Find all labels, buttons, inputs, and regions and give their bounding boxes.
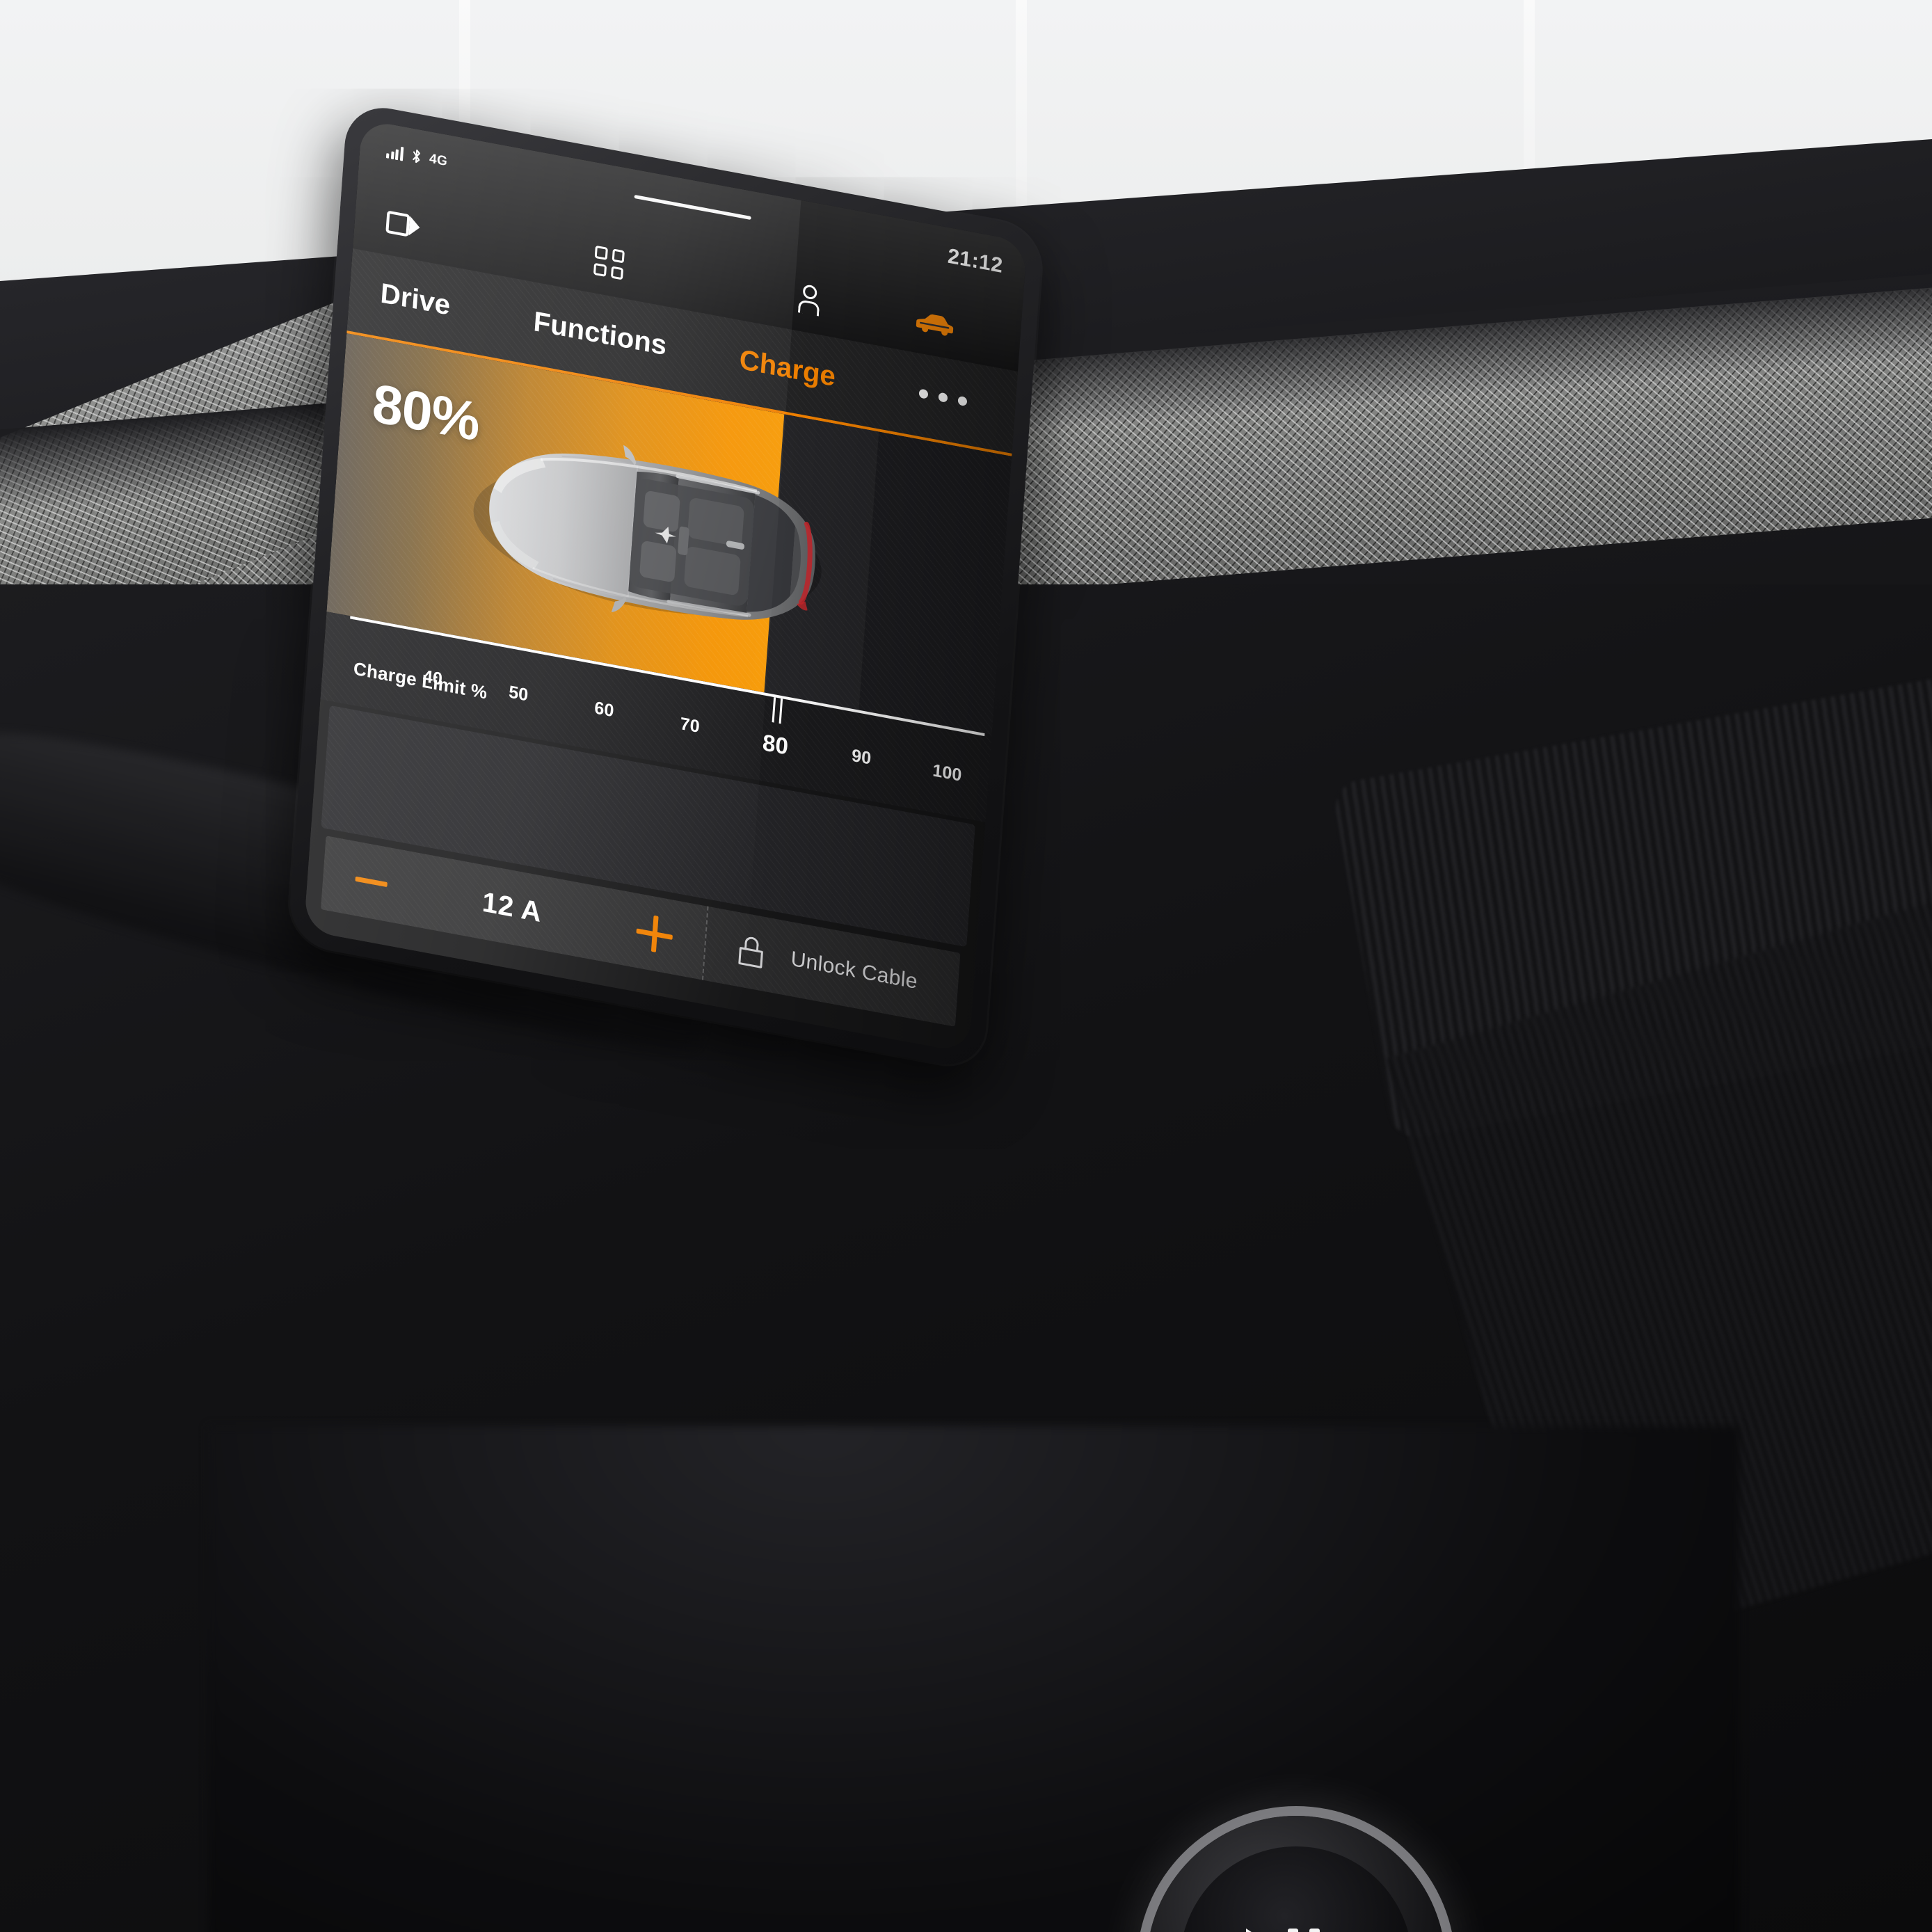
slider-tick-100[interactable]: 100	[932, 760, 963, 786]
status-indicators: 4G	[385, 143, 448, 170]
profile-button[interactable]	[778, 267, 842, 333]
person-icon	[796, 283, 823, 317]
slider-tick-60[interactable]: 60	[593, 698, 614, 721]
knob-face	[1180, 1846, 1412, 1932]
video-camera-icon	[385, 210, 421, 239]
tab-functions[interactable]: Functions	[532, 306, 667, 362]
padlock-icon	[738, 935, 764, 969]
camera-button[interactable]	[372, 192, 436, 257]
tab-drive[interactable]: Drive	[379, 278, 451, 322]
car-side-icon	[913, 308, 955, 339]
apps-button[interactable]	[577, 230, 641, 296]
center-display-unit: 4G 21:12 Drive Functions Charge 80% Char…	[287, 101, 1044, 1071]
slider-tick-70[interactable]: 70	[680, 714, 701, 737]
bluetooth-icon	[410, 147, 422, 164]
more-options-button[interactable]	[918, 388, 968, 407]
display-screen: 4G 21:12 Drive Functions Charge 80% Char…	[303, 119, 1028, 1053]
car-button[interactable]	[903, 290, 967, 356]
infotainment-ui: 4G 21:12 Drive Functions Charge 80% Char…	[303, 119, 1027, 1053]
slider-tick-80[interactable]: 80	[762, 729, 789, 760]
center-tunnel	[209, 1426, 1739, 1932]
apps-grid-icon	[593, 245, 625, 280]
slider-tick-90[interactable]: 90	[851, 746, 872, 769]
clock-label: 21:12	[947, 244, 1004, 278]
unlock-cable-label: Unlock Cable	[790, 947, 918, 994]
tab-charge[interactable]: Charge	[738, 344, 836, 393]
network-type-label: 4G	[429, 151, 448, 170]
slider-tick-50[interactable]: 50	[508, 682, 529, 705]
increase-amperage-button[interactable]	[635, 912, 674, 955]
slider-tick-40[interactable]: 40	[422, 666, 443, 690]
slider-handle[interactable]	[768, 694, 788, 725]
scene: 4G 21:12 Drive Functions Charge 80% Char…	[0, 0, 1932, 1932]
signal-bars-icon	[385, 144, 404, 161]
charge-remaining-area	[859, 431, 1012, 735]
amperage-value: 12 A	[481, 886, 543, 928]
drag-handle[interactable]	[634, 194, 751, 221]
decrease-amperage-button[interactable]	[355, 876, 388, 887]
play-pause-knob-icon	[1246, 1929, 1320, 1932]
